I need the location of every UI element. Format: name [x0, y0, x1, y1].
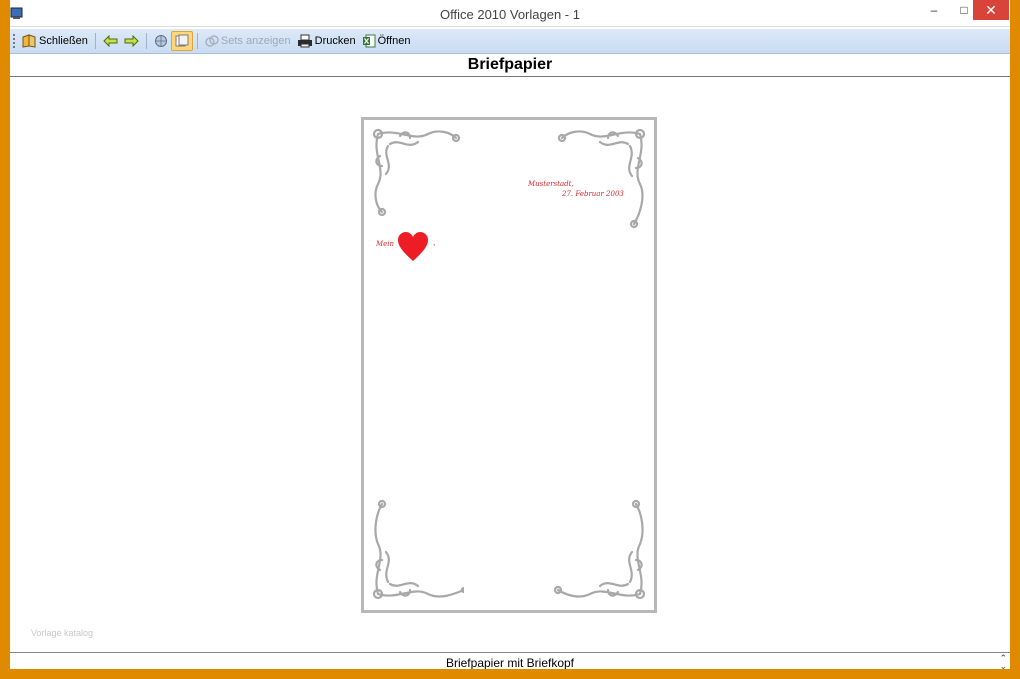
excel-icon: [362, 34, 376, 48]
back-button[interactable]: [100, 30, 121, 52]
ornament-bottom-right-icon: [554, 499, 646, 600]
heart-icon: [398, 232, 428, 261]
window-title: Office 2010 Vorlagen - 1: [440, 7, 580, 22]
close-window-button[interactable]: ✕: [973, 0, 1009, 20]
ornament-top-left-icon: [372, 128, 461, 216]
page-title: Briefpapier: [10, 54, 1010, 77]
print-button[interactable]: Drucken: [294, 30, 359, 52]
open-button-label: Öffnen: [377, 35, 411, 47]
close-book-icon: [22, 34, 36, 48]
ornament-top-right-icon: [557, 128, 646, 229]
app-window: Office 2010 Vorlagen - 1 – □ ✕ Schließen: [10, 0, 1010, 669]
print-button-label: Drucken: [314, 35, 356, 47]
ornament-bottom-left-icon: [372, 499, 464, 600]
title-bar: Office 2010 Vorlagen - 1 – □ ✕: [10, 0, 1010, 27]
globe-icon: [154, 35, 167, 47]
forward-button[interactable]: [121, 30, 142, 52]
letter-place: Musterstadt,: [528, 180, 574, 188]
watermark-text: Vorlage katalog: [31, 628, 94, 638]
letter-date: 27. Februar 2003: [562, 190, 624, 198]
template-preview[interactable]: Musterstadt, 27. Februar 2003 Mein ,: [361, 117, 657, 613]
template-name: Briefpapier mit Briefkopf: [445, 656, 575, 669]
open-button[interactable]: Öffnen: [359, 30, 414, 52]
toolbar-separator: [196, 33, 198, 49]
show-sets-label: Sets anzeigen: [220, 35, 291, 47]
forward-arrow-icon: [124, 35, 139, 47]
view-pages-toggle[interactable]: [170, 31, 193, 51]
show-sets-button[interactable]: Sets anzeigen: [202, 30, 294, 52]
toolbar-separator: [94, 33, 96, 49]
status-bar: Briefpapier mit Briefkopf ⌃ ⌄: [10, 652, 1010, 669]
letter-greeting: Mein: [376, 240, 395, 248]
view-single-button[interactable]: [151, 30, 171, 52]
minimize-button[interactable]: –: [919, 0, 949, 20]
letter-date-block: Musterstadt, 27. Februar 2003: [528, 179, 624, 199]
back-arrow-icon: [103, 35, 118, 47]
toolbar: Schließen Sets anzeigen Drucken Öffnen: [10, 29, 1010, 54]
scroll-updown-icon[interactable]: ⌃ ⌄: [999, 654, 1007, 670]
printer-icon: [297, 34, 312, 48]
letter-comma: ,: [433, 238, 436, 247]
close-button-label: Schließen: [39, 35, 88, 47]
toolbar-separator: [145, 33, 147, 49]
close-button[interactable]: Schließen: [19, 30, 91, 52]
sets-icon: [205, 35, 219, 47]
pages-icon: [175, 34, 189, 47]
